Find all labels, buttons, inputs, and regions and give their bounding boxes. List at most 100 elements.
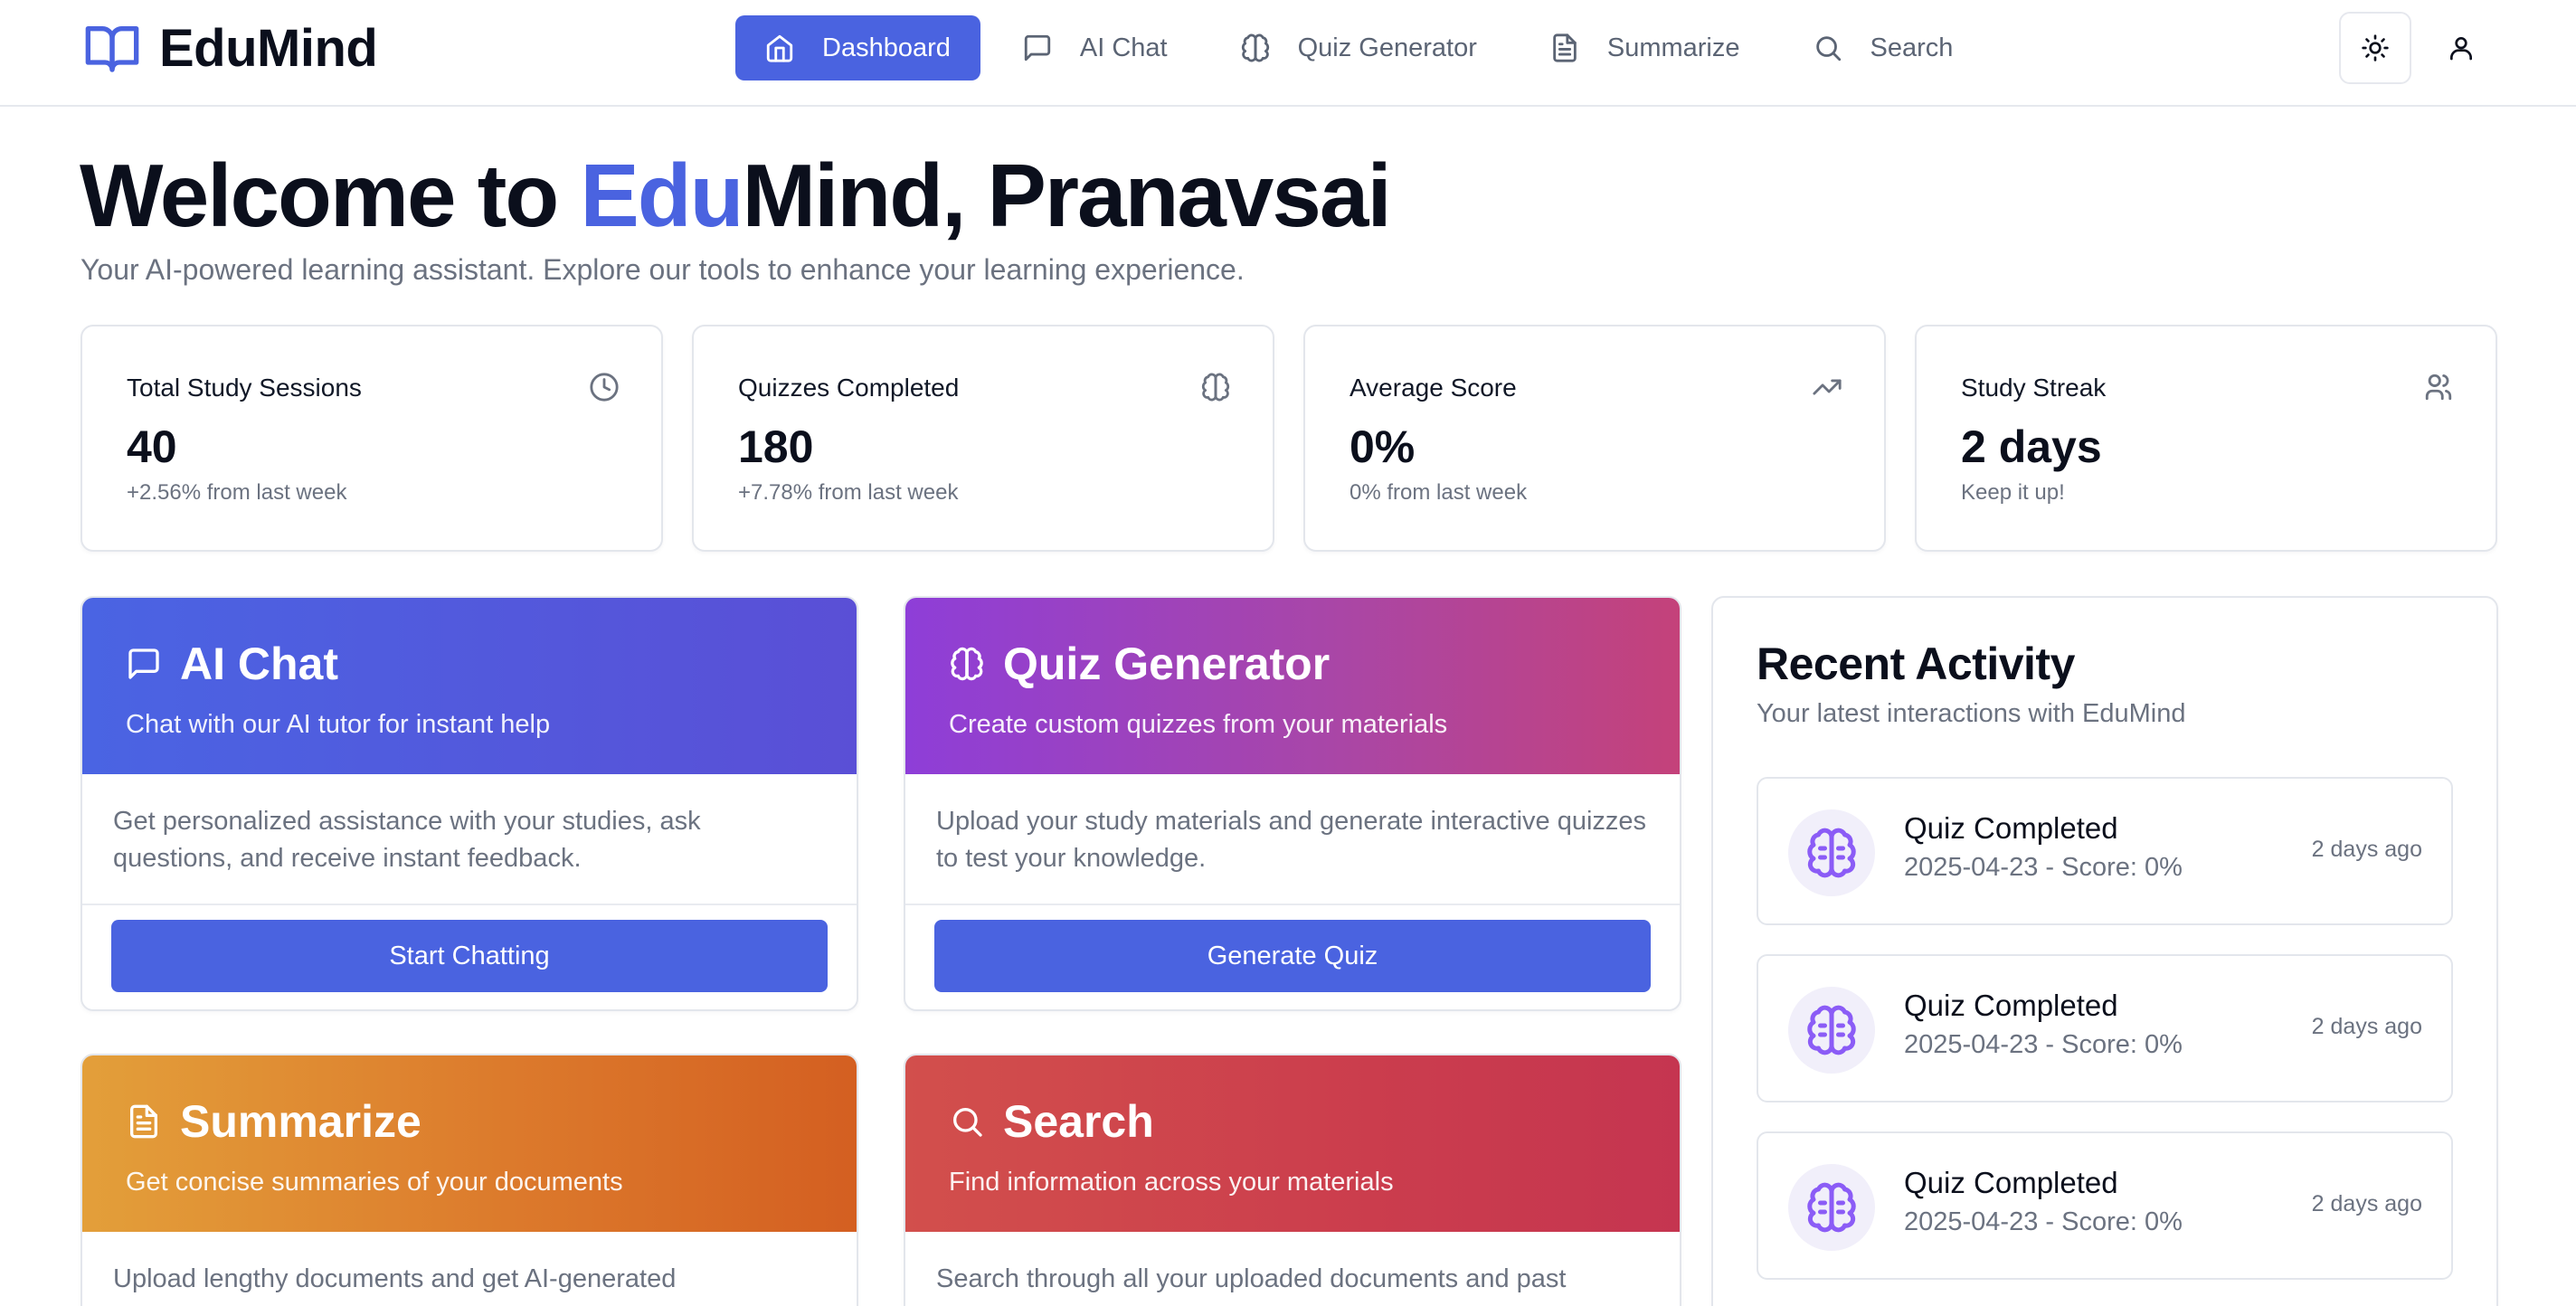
feature-title: Summarize xyxy=(126,1095,421,1148)
book-open-icon xyxy=(85,25,139,72)
activity-detail: 2025-04-23 - Score: 0% xyxy=(1904,1030,2183,1059)
feature-card-search: Search Find information across your mate… xyxy=(904,1054,1681,1306)
main-nav: Dashboard AI Chat Quiz Generator Summari… xyxy=(735,15,1994,80)
feature-card-quiz-generator: Quiz Generator Create custom quizzes fro… xyxy=(904,596,1681,1011)
activity-item[interactable]: Quiz Completed 2025-04-23 - Score: 0% 2 … xyxy=(1757,777,2453,925)
feature-title-text: Quiz Generator xyxy=(1003,639,1331,689)
activity-item[interactable]: Quiz Completed 2025-04-23 - Score: 0% 2 … xyxy=(1757,1131,2453,1280)
brand-logo[interactable]: EduMind xyxy=(81,18,378,78)
feature-header: Search Find information across your mate… xyxy=(905,1055,1680,1232)
stat-change: 0% from last week xyxy=(1350,480,1528,505)
feature-description: Search through all your uploaded documen… xyxy=(936,1264,1567,1293)
brain-icon xyxy=(1807,1182,1856,1233)
activity-icon-badge xyxy=(1788,809,1875,896)
generate-quiz-button[interactable]: Generate Quiz xyxy=(934,920,1651,992)
brand-name: EduMind xyxy=(159,18,378,78)
welcome-accent: Edu xyxy=(580,146,743,245)
nav-summarize[interactable]: Summarize xyxy=(1519,15,1771,80)
file-text-icon xyxy=(130,1104,157,1139)
stat-value: 0% xyxy=(1350,421,1416,472)
nav-dashboard[interactable]: Dashboard xyxy=(735,15,980,80)
nav-ai-chat[interactable]: AI Chat xyxy=(991,15,1198,80)
recent-activity-title: Recent Activity xyxy=(1757,639,2075,689)
nav-quiz-generator[interactable]: Quiz Generator xyxy=(1209,15,1508,80)
nav-summarize-label: Summarize xyxy=(1606,33,1740,62)
search-icon xyxy=(953,1108,982,1137)
stat-value: 40 xyxy=(127,421,177,472)
brain-icon xyxy=(951,647,983,681)
feature-header: Quiz Generator Create custom quizzes fro… xyxy=(905,598,1680,774)
start-chatting-button[interactable]: Start Chatting xyxy=(111,920,828,992)
activity-item[interactable]: Quiz Completed 2025-04-23 - Score: 0% 2 … xyxy=(1757,954,2453,1103)
stat-card-study-streak: Study Streak 2 days Keep it up! xyxy=(1915,325,2497,552)
welcome-subtitle: Your AI-powered learning assistant. Expl… xyxy=(80,253,1245,286)
home-icon xyxy=(766,34,793,62)
message-square-icon xyxy=(128,648,159,679)
activity-detail: 2025-04-23 - Score: 0% xyxy=(1904,853,2183,882)
feature-header: Summarize Get concise summaries of your … xyxy=(82,1055,857,1232)
feature-subtitle: Find information across your materials xyxy=(949,1168,1394,1197)
feature-footer: Generate Quiz xyxy=(905,905,1680,1007)
feature-description: Get personalized assistance with your st… xyxy=(82,774,857,905)
brain-icon xyxy=(1807,828,1856,878)
nav-dashboard-label: Dashboard xyxy=(822,33,951,62)
feature-title-text: Summarize xyxy=(180,1096,421,1147)
file-text-icon xyxy=(1553,33,1577,62)
activity-time: 2 days ago xyxy=(2311,1014,2422,1039)
nav-quiz-generator-label: Quiz Generator xyxy=(1297,33,1477,62)
feature-footer: Start Chatting xyxy=(82,905,857,1007)
brain-icon xyxy=(1241,33,1269,62)
recent-activity-subtitle: Your latest interactions with EduMind xyxy=(1757,699,2186,728)
feature-subtitle: Get concise summaries of your documents xyxy=(126,1168,623,1197)
user-profile-button[interactable] xyxy=(2425,12,2497,84)
user-icon xyxy=(2450,37,2472,61)
recent-activity-panel: Recent Activity Your latest interactions… xyxy=(1711,596,2498,1306)
trending-up-icon xyxy=(1813,379,1842,395)
stat-label: Quizzes Completed xyxy=(738,374,960,402)
stat-label: Study Streak xyxy=(1961,374,2107,402)
welcome-heading: Welcome to EduMind, Pranavsai xyxy=(80,145,1392,246)
feature-title-text: AI Chat xyxy=(180,639,338,689)
stat-change: +7.78% from last week xyxy=(738,480,959,505)
stat-value: 2 days xyxy=(1961,421,2102,472)
activity-title: Quiz Completed xyxy=(1904,811,2118,845)
activity-time: 2 days ago xyxy=(2311,1191,2422,1216)
feature-title: Search xyxy=(949,1095,1154,1148)
activity-title: Quiz Completed xyxy=(1904,1166,2118,1199)
top-navigation-bar: EduMind Dashboard AI Chat Quiz Generator… xyxy=(0,0,2576,107)
sun-icon xyxy=(2362,34,2389,62)
activity-detail: 2025-04-23 - Score: 0% xyxy=(1904,1207,2183,1236)
nav-search-label: Search xyxy=(1870,33,1954,62)
feature-title: AI Chat xyxy=(126,638,338,690)
feature-subtitle: Chat with our AI tutor for instant help xyxy=(126,710,551,739)
feature-description: Upload lengthy documents and get AI-gene… xyxy=(113,1264,677,1293)
users-icon xyxy=(2425,374,2452,401)
activity-icon-badge xyxy=(1788,987,1875,1074)
stat-label: Total Study Sessions xyxy=(127,374,362,402)
feature-subtitle: Create custom quizzes from your material… xyxy=(949,710,1448,739)
brain-icon xyxy=(1807,1005,1856,1055)
brain-icon xyxy=(1201,373,1230,402)
search-icon xyxy=(1815,36,1841,62)
message-square-icon xyxy=(1024,34,1051,62)
nav-ai-chat-label: AI Chat xyxy=(1079,33,1168,62)
stat-change: Keep it up! xyxy=(1961,480,2065,505)
stat-card-study-sessions: Total Study Sessions 40 +2.56% from last… xyxy=(80,325,663,552)
welcome-prefix: Welcome to xyxy=(80,146,581,245)
feature-card-ai-chat: AI Chat Chat with our AI tutor for insta… xyxy=(80,596,858,1011)
feature-card-summarize: Summarize Get concise summaries of your … xyxy=(80,1054,858,1306)
stat-change: +2.56% from last week xyxy=(127,480,347,505)
stat-card-quizzes-completed: Quizzes Completed 180 +7.78% from last w… xyxy=(692,325,1274,552)
nav-search[interactable]: Search xyxy=(1782,15,1984,80)
feature-title-text: Search xyxy=(1003,1096,1154,1147)
stat-card-average-score: Average Score 0% 0% from last week xyxy=(1303,325,1886,552)
theme-toggle-button[interactable] xyxy=(2339,12,2411,84)
activity-time: 2 days ago xyxy=(2311,837,2422,862)
stat-value: 180 xyxy=(738,421,814,472)
activity-icon-badge xyxy=(1788,1164,1875,1251)
feature-description: Upload your study materials and generate… xyxy=(905,774,1680,905)
feature-header: AI Chat Chat with our AI tutor for insta… xyxy=(82,598,857,774)
clock-icon xyxy=(590,373,619,402)
stat-label: Average Score xyxy=(1350,374,1517,402)
activity-title: Quiz Completed xyxy=(1904,989,2118,1022)
